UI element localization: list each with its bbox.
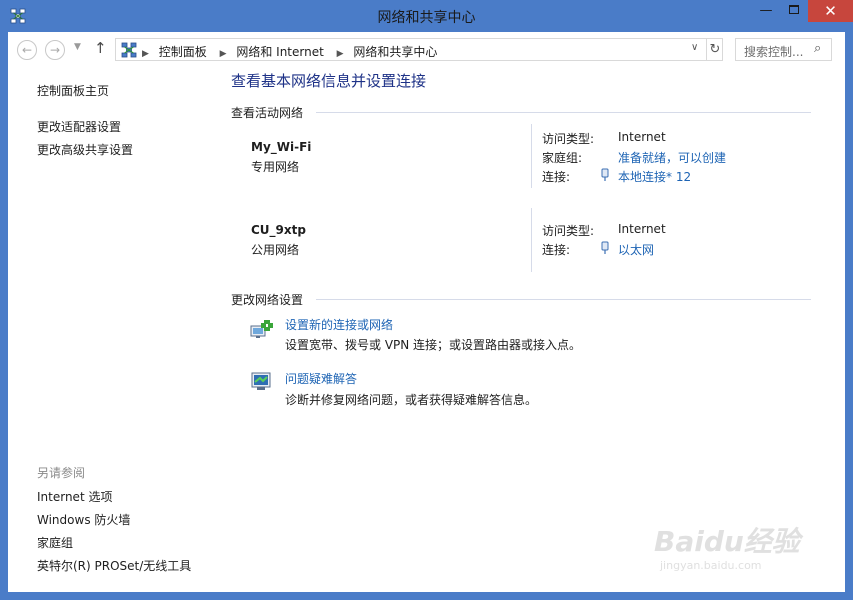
client-area: ← → ▼ ↑ ▶ 控制面板 ▶ 网络和 Internet ▶ 网络和共享中心 … xyxy=(8,32,845,592)
address-dropdown-button[interactable]: ∨ xyxy=(691,42,698,53)
breadcrumb-separator-icon[interactable]: ▶ xyxy=(220,49,227,59)
connection-label: 连接: xyxy=(542,243,571,257)
back-arrow-icon: ← xyxy=(21,43,33,57)
breadcrumb-separator-icon[interactable]: ▶ xyxy=(142,49,149,59)
close-icon: ✕ xyxy=(824,2,837,20)
window-title: 网络和共享中心 xyxy=(377,10,476,26)
baidu-watermark: Baidu经验 xyxy=(654,525,800,558)
setup-connection-link[interactable]: 设置新的连接或网络 xyxy=(285,316,393,333)
network-category: 专用网络 xyxy=(251,160,300,174)
breadcrumb-network-sharing-center[interactable]: 网络和共享中心 xyxy=(353,45,437,59)
connection-label: 连接: xyxy=(542,170,571,184)
see-also-windows-firewall[interactable]: Windows 防火墙 xyxy=(37,511,130,528)
see-also-intel-proset[interactable]: 英特尔(R) PROSet/无线工具 xyxy=(37,557,191,574)
breadcrumb-separator-icon[interactable]: ▶ xyxy=(337,49,344,59)
minimize-button[interactable]: — xyxy=(752,0,780,22)
network-divider xyxy=(531,124,532,188)
title-bar[interactable]: 网络和共享中心 — ✕ xyxy=(0,0,853,32)
wifi-adapter-icon xyxy=(601,168,609,181)
section-divider xyxy=(316,112,811,113)
troubleshoot-description: 诊断并修复网络问题，或者获得疑难解答信息。 xyxy=(285,393,538,407)
recent-locations-button[interactable]: ▼ xyxy=(74,42,81,52)
see-also-internet-options[interactable]: Internet 选项 xyxy=(37,488,112,505)
ethernet-adapter-icon xyxy=(601,241,609,254)
network-category: 公用网络 xyxy=(251,243,300,257)
troubleshoot-link[interactable]: 问题疑难解答 xyxy=(285,370,357,387)
access-type-value: Internet xyxy=(618,130,666,144)
network-name: My_Wi-Fi xyxy=(251,140,312,154)
chevron-down-icon: ▼ xyxy=(74,42,81,52)
change-settings-title: 更改网络设置 xyxy=(231,293,304,307)
forward-button[interactable]: → xyxy=(45,40,65,60)
network-name: CU_9xtp xyxy=(251,223,306,237)
connection-link-ethernet[interactable]: 以太网 xyxy=(618,241,654,258)
active-networks-title: 查看活动网络 xyxy=(231,106,304,120)
section-divider xyxy=(316,299,811,300)
homegroup-label: 家庭组: xyxy=(542,151,583,165)
access-type-label: 访问类型: xyxy=(542,132,595,146)
chevron-down-icon: ∨ xyxy=(691,42,699,53)
back-button[interactable]: ← xyxy=(17,40,37,60)
change-adapter-settings-link[interactable]: 更改适配器设置 xyxy=(37,118,121,135)
search-input[interactable]: 搜索控制... ⌕ xyxy=(735,38,832,61)
close-button[interactable]: ✕ xyxy=(808,0,853,22)
up-arrow-icon: ↑ xyxy=(94,39,107,57)
window: 网络和共享中心 — ✕ ← → ▼ ↑ ▶ 控制面板 ▶ 网络和 Interne… xyxy=(0,0,853,600)
access-type-label: 访问类型: xyxy=(542,224,595,238)
breadcrumb-control-panel[interactable]: 控制面板 xyxy=(159,45,207,59)
access-type-value: Internet xyxy=(618,222,666,236)
new-connection-icon xyxy=(250,320,273,338)
baidu-watermark-url: jingyan.baidu.com xyxy=(660,559,762,572)
refresh-icon: ↻ xyxy=(709,42,721,57)
up-button[interactable]: ↑ xyxy=(94,39,107,57)
see-also-homegroup[interactable]: 家庭组 xyxy=(37,534,73,551)
maximize-icon xyxy=(789,5,799,14)
change-sharing-settings-link[interactable]: 更改高级共享设置 xyxy=(37,141,133,158)
minimize-icon: — xyxy=(759,3,773,18)
address-bar[interactable]: ▶ 控制面板 ▶ 网络和 Internet ▶ 网络和共享中心 ∨ ↻ xyxy=(115,38,723,61)
homegroup-link[interactable]: 准备就绪，可以创建 xyxy=(618,149,726,166)
navigation-bar: ← → ▼ ↑ ▶ 控制面板 ▶ 网络和 Internet ▶ 网络和共享中心 … xyxy=(8,32,845,68)
page-title: 查看基本网络信息并设置连接 xyxy=(231,72,427,90)
setup-connection-description: 设置宽带、拨号或 VPN 连接；或设置路由器或接入点。 xyxy=(285,338,582,352)
troubleshoot-icon xyxy=(251,372,271,390)
network-divider xyxy=(531,208,532,272)
breadcrumb: ▶ 控制面板 ▶ 网络和 Internet ▶ 网络和共享中心 xyxy=(142,43,437,60)
control-panel-home-link[interactable]: 控制面板主页 xyxy=(37,82,109,99)
breadcrumb-network-internet[interactable]: 网络和 Internet xyxy=(236,45,323,59)
maximize-button[interactable] xyxy=(780,0,808,22)
search-placeholder: 搜索控制... xyxy=(744,45,804,59)
network-center-icon xyxy=(121,42,137,58)
forward-arrow-icon: → xyxy=(49,43,61,57)
connection-link-local[interactable]: 本地连接* 12 xyxy=(618,168,691,185)
search-icon[interactable]: ⌕ xyxy=(814,41,821,56)
see-also-title: 另请参阅 xyxy=(37,466,86,480)
refresh-button[interactable]: ↻ xyxy=(706,39,723,60)
